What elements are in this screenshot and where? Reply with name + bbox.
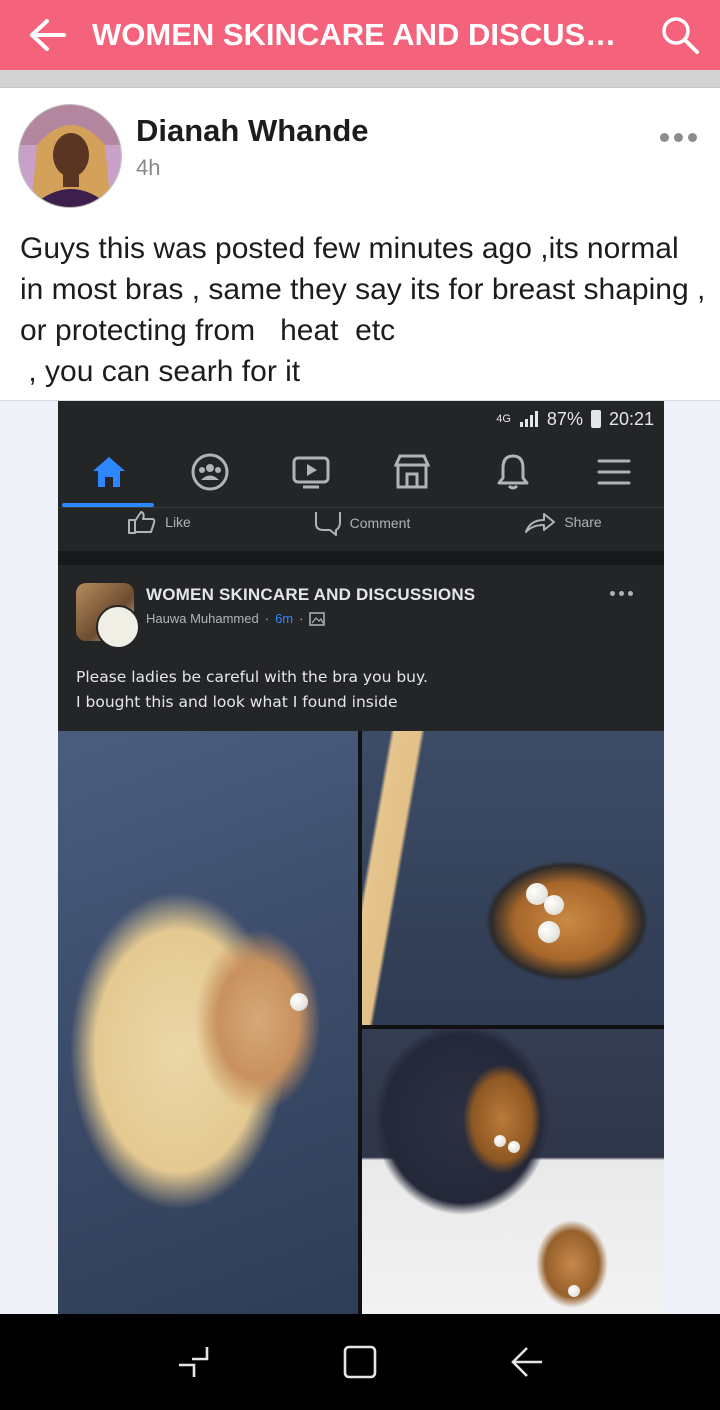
share-action: Share bbox=[462, 508, 664, 534]
app-bar: WOMEN SKINCARE AND DISCUSSIONS bbox=[0, 0, 720, 70]
system-nav-bar bbox=[0, 1314, 720, 1410]
groups-icon bbox=[180, 442, 240, 502]
embedded-post: WOMEN SKINCARE AND DISCUSSIONS Hauwa Muh… bbox=[58, 565, 664, 731]
photo-2 bbox=[362, 731, 664, 1025]
embedded-nav-bar bbox=[58, 437, 664, 507]
arrow-left-icon bbox=[30, 19, 66, 51]
embedded-post-text: Please ladies be careful with the bra yo… bbox=[76, 668, 428, 711]
back-icon bbox=[510, 1347, 542, 1377]
back-nav-button[interactable] bbox=[497, 1332, 557, 1392]
back-button[interactable] bbox=[0, 0, 92, 70]
recents-icon bbox=[179, 1347, 209, 1377]
clock: 20:21 bbox=[608, 408, 654, 429]
battery-percent: 87% bbox=[546, 408, 583, 429]
group-title: WOMEN SKINCARE AND DISCUSSIONS bbox=[92, 17, 640, 52]
embedded-status-bar: 4G 87% 20:21 bbox=[58, 401, 664, 437]
home-square-icon bbox=[343, 1345, 377, 1379]
embedded-options-icon bbox=[610, 591, 633, 596]
author-avatar[interactable] bbox=[18, 104, 122, 208]
photo-3 bbox=[362, 1029, 664, 1314]
bell-icon bbox=[483, 442, 543, 502]
share-icon bbox=[525, 513, 556, 533]
posted-ago: 6m bbox=[275, 611, 294, 626]
comment-label: Comment bbox=[349, 515, 411, 531]
watch-icon bbox=[281, 442, 341, 502]
thumbs-up-icon bbox=[128, 511, 156, 534]
comment-icon bbox=[314, 512, 341, 536]
comment-action: Comment bbox=[260, 508, 462, 536]
embedded-action-row: Like Comment Share bbox=[58, 507, 664, 551]
embedded-group-name: WOMEN SKINCARE AND DISCUSSIONS bbox=[146, 585, 476, 604]
search-button[interactable] bbox=[640, 0, 720, 70]
like-label: Like bbox=[165, 514, 191, 530]
photo-collage bbox=[58, 731, 664, 1314]
post-image[interactable]: 4G 87% 20:21 Like Comment Share WOMEN SK… bbox=[58, 401, 664, 1314]
post-text: Guys this was posted few minutes ago ,it… bbox=[20, 232, 706, 388]
poster-avatar bbox=[96, 605, 140, 649]
author-name[interactable]: Dianah Whande bbox=[136, 113, 369, 149]
post-time: 4h bbox=[136, 155, 161, 180]
photo-1 bbox=[58, 731, 358, 1314]
dot-icon bbox=[687, 132, 697, 142]
home-icon bbox=[79, 442, 139, 502]
menu-icon bbox=[584, 442, 644, 502]
section-divider bbox=[0, 70, 720, 88]
network-label: 4G bbox=[496, 413, 511, 425]
recents-button[interactable] bbox=[163, 1332, 223, 1392]
post-options-button[interactable] bbox=[652, 120, 704, 154]
poster-name: Hauwa Muhammed bbox=[146, 611, 259, 626]
photo-icon bbox=[309, 611, 326, 626]
embedded-post-meta: Hauwa Muhammed · 6m · bbox=[146, 611, 326, 626]
signal-icon bbox=[519, 411, 538, 427]
like-action: Like bbox=[58, 508, 260, 534]
battery-icon bbox=[590, 410, 601, 428]
dot-icon bbox=[659, 132, 669, 142]
search-icon bbox=[662, 17, 699, 54]
dot-icon bbox=[673, 132, 683, 142]
marketplace-icon bbox=[382, 442, 442, 502]
home-button[interactable] bbox=[330, 1332, 390, 1392]
share-label: Share bbox=[564, 514, 602, 530]
